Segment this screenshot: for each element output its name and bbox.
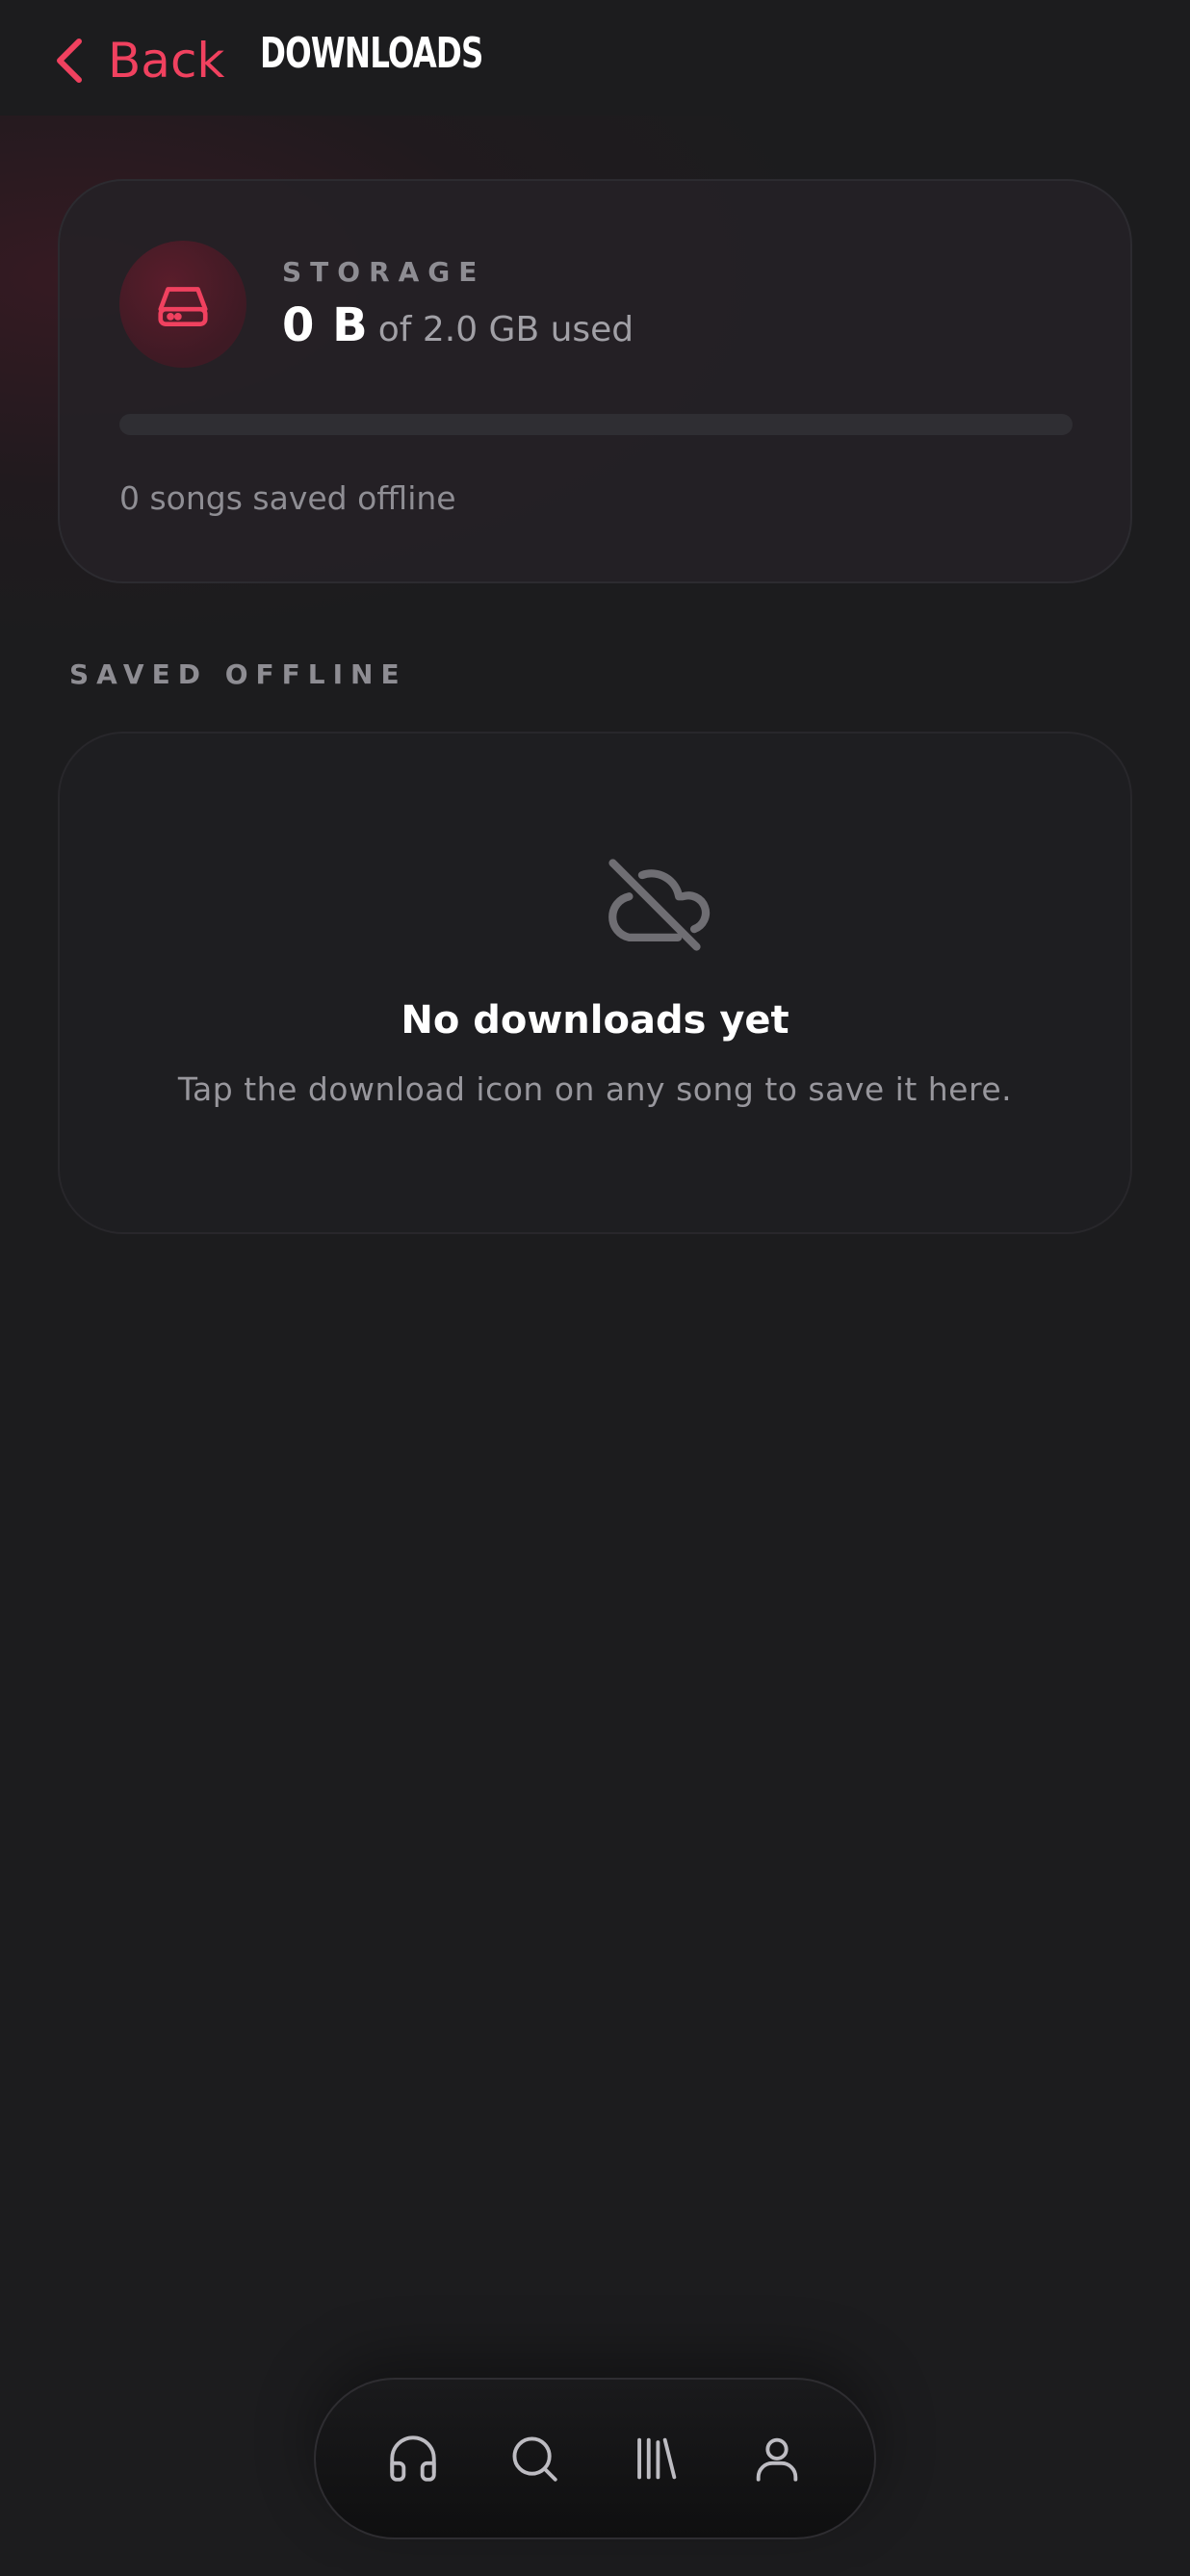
- cloud-off-icon: [608, 859, 711, 951]
- storage-total-text: of 2.0 GB used: [377, 310, 634, 349]
- profile-icon: [756, 2437, 798, 2482]
- section-label-saved-offline: SAVED OFFLINE: [69, 658, 407, 690]
- downloads-screen: Back DOWNLOADS STORAGE 0 B of 2.0 GB use…: [0, 0, 1190, 2576]
- storage-progress-bar: [119, 414, 1073, 435]
- header: Back DOWNLOADS: [0, 0, 1190, 125]
- back-button[interactable]: Back: [50, 27, 224, 94]
- page-title: DOWNLOADS: [260, 29, 483, 78]
- tab-library[interactable]: [621, 2424, 690, 2493]
- empty-state-card: No downloads yet Tap the download icon o…: [58, 732, 1132, 1234]
- bottom-tab-bar: [314, 2378, 876, 2539]
- tab-listen[interactable]: [378, 2424, 448, 2493]
- back-label: Back: [108, 33, 225, 89]
- storage-used-value: 0 B: [282, 298, 369, 352]
- empty-state-title: No downloads yet: [401, 998, 789, 1043]
- library-icon: [637, 2437, 677, 2480]
- empty-state-description: Tap the download icon on any song to sav…: [177, 1070, 1013, 1108]
- storage-icon-badge: [119, 241, 246, 368]
- storage-usage: 0 B of 2.0 GB used: [282, 298, 634, 352]
- storage-label: STORAGE: [282, 256, 486, 288]
- hard-drive-icon: [158, 287, 208, 326]
- tab-profile[interactable]: [742, 2424, 812, 2493]
- storage-card: STORAGE 0 B of 2.0 GB used 0 songs saved…: [58, 179, 1132, 583]
- chevron-left-icon: [57, 39, 82, 83]
- songs-saved-count: 0 songs saved offline: [119, 479, 456, 517]
- headphones-icon: [390, 2435, 436, 2482]
- tab-search[interactable]: [500, 2424, 569, 2493]
- search-icon: [512, 2436, 557, 2482]
